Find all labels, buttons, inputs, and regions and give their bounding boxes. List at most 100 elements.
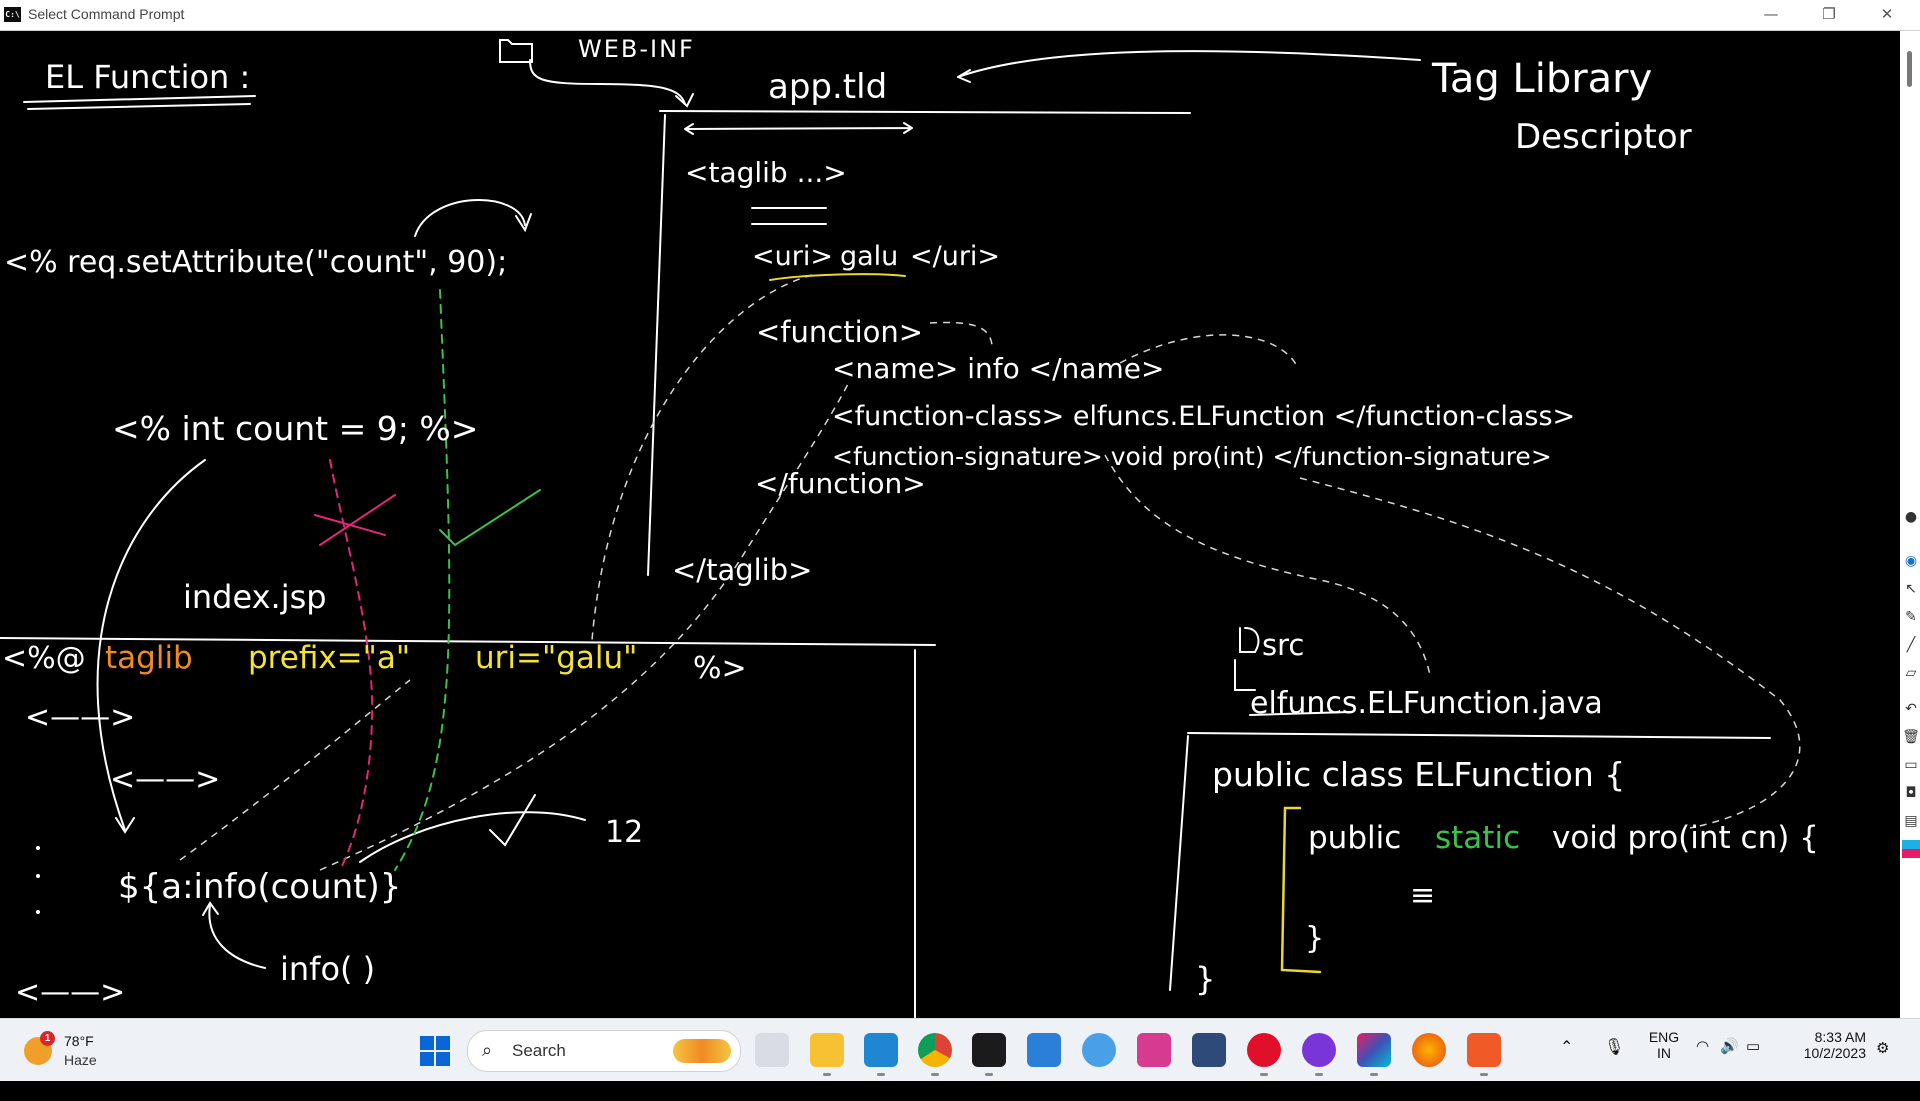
show-hidden-icons-chevron-icon[interactable]: ⌃: [1560, 1037, 1573, 1099]
notepad-icon[interactable]: [1027, 1033, 1061, 1067]
scrollbar-thumb[interactable]: [1907, 51, 1912, 87]
color-swatch-icon[interactable]: [1902, 840, 1920, 858]
clock-date: 10/2/2023: [1803, 1045, 1866, 1061]
tld-range-arrow: [684, 122, 913, 135]
close-button[interactable]: ✕: [1858, 0, 1916, 30]
volume-icon[interactable]: 🔊: [1720, 1037, 1739, 1099]
taglib-small-arrows: [751, 207, 827, 225]
uri-open-tag: <uri>: [752, 241, 833, 272]
wifi-icon[interactable]: ◠: [1696, 1037, 1709, 1099]
dot-3: [36, 910, 40, 914]
directive-end: %>: [693, 651, 747, 686]
directive-start: <%@: [2, 641, 86, 676]
microphone-icon[interactable]: 🎙: [1604, 1037, 1624, 1099]
method-close-brace: }: [1305, 921, 1324, 956]
screen-icon[interactable]: ▭: [1902, 756, 1920, 774]
notification-settings-icon[interactable]: ⚙: [1876, 1039, 1889, 1101]
heading-underline-2: [27, 103, 251, 110]
mysql-workbench-icon[interactable]: [1192, 1033, 1226, 1067]
search-icon: ⌕: [482, 1040, 493, 1061]
chrome-icon[interactable]: [918, 1033, 952, 1076]
firefox-icon[interactable]: [1412, 1033, 1446, 1067]
task-view-icon[interactable]: [755, 1033, 789, 1067]
eraser-icon[interactable]: ▱: [1902, 664, 1920, 682]
pencil-icon[interactable]: ✎: [1902, 608, 1920, 626]
maximize-button[interactable]: ❐: [1800, 0, 1858, 30]
weather-temperature: 78°F: [64, 1033, 94, 1049]
clipboard-icon[interactable]: ▤: [1902, 812, 1920, 830]
function-signature-line: <function-signature> void pro(int) </fun…: [832, 442, 1552, 471]
eye-icon[interactable]: ◉: [1902, 552, 1920, 570]
method-body-placeholder: ≡: [1410, 878, 1435, 913]
highlighter-icon[interactable]: ╱: [1902, 636, 1920, 654]
dot-1: [36, 846, 40, 850]
cursor-icon[interactable]: ↖: [1902, 580, 1920, 598]
index-jsp-label: index.jsp: [183, 578, 327, 616]
function-link-dashed: [929, 321, 993, 346]
java-class-declaration: public class ELFunction {: [1212, 755, 1625, 794]
file-explorer-icon[interactable]: [810, 1033, 844, 1076]
info-call-label: info( ): [280, 950, 375, 988]
taglib-open-tag: <taglib ...>: [685, 156, 847, 189]
method-signature-rest: void pro(int cn) {: [1552, 820, 1819, 856]
whiteboard-canvas[interactable]: EL Function : WEB-INF app.tld Tag Librar…: [0, 31, 1900, 1018]
whiteboard-drawing: EL Function : WEB-INF app.tld Tag Librar…: [0, 35, 1819, 1018]
placeholder-arrow-1: <——>: [25, 700, 135, 735]
weather-widget[interactable]: 1 78°F Haze: [24, 1031, 134, 1071]
result-check-mark: [489, 794, 536, 847]
uri-value-underline: [769, 273, 906, 281]
opera-icon[interactable]: [1247, 1033, 1281, 1076]
search-placeholder: Search: [512, 1041, 566, 1060]
heading-underline-1: [23, 95, 256, 103]
clock-time: 8:33 AM: [1814, 1029, 1866, 1045]
cross-mark-pink: [314, 494, 396, 546]
java-box-top: [1187, 732, 1771, 739]
window-title: Select Command Prompt: [28, 6, 185, 22]
tld-label-line1: Tag Library: [1431, 56, 1652, 102]
taglib-close-tag: </taglib>: [672, 553, 812, 587]
camera-icon[interactable]: ◘: [1902, 784, 1920, 802]
minimize-button[interactable]: —: [1742, 0, 1800, 30]
folder-icon-webinf: [499, 39, 533, 63]
src-folder-label: src: [1262, 628, 1304, 662]
cmd-app-icon: C:\: [4, 7, 21, 22]
webinf-label: WEB-INF: [578, 35, 695, 63]
language-indicator[interactable]: ENG IN: [1644, 1029, 1684, 1091]
incognito-app-icon[interactable]: [1302, 1033, 1336, 1076]
tld-label-arrow: [957, 50, 1421, 78]
directive-prefix: prefix="a": [248, 640, 410, 676]
placeholder-arrow-3: <——>: [15, 975, 125, 1010]
vscode-icon[interactable]: [864, 1033, 898, 1076]
el-expression: ${a:info(count)}: [118, 867, 401, 907]
language-code: ENG: [1648, 1029, 1680, 1045]
function-class-line: <function-class> elfuncs.ELFunction </fu…: [832, 401, 1575, 432]
clock[interactable]: 8:33 AM 10/2/2023: [1790, 1029, 1866, 1091]
webinf-to-tld-arrow: [529, 59, 686, 105]
directive-uri: uri="galu": [475, 640, 637, 676]
language-region: IN: [1657, 1045, 1671, 1061]
tld-underline: [659, 110, 1191, 114]
screen-recorder-icon[interactable]: [1467, 1033, 1501, 1076]
terminal-icon[interactable]: [972, 1033, 1006, 1076]
java-box-left: [1169, 735, 1189, 991]
placeholder-arrow-2: <——>: [110, 762, 220, 797]
java-file-label: elfuncs.ELFunction.java: [1250, 686, 1603, 721]
result-value: 12: [605, 815, 643, 850]
uri-value: galu: [840, 241, 898, 272]
scriptlet-code: <% int count = 9; %>: [112, 409, 478, 448]
class-close-brace: }: [1195, 960, 1215, 998]
trash-icon[interactable]: 🗑: [1902, 728, 1920, 746]
paint-icon[interactable]: [1082, 1033, 1116, 1067]
battery-icon[interactable]: ▭: [1746, 1037, 1760, 1099]
function-open-tag: <function>: [756, 315, 923, 349]
undo-icon[interactable]: ↶: [1902, 700, 1920, 718]
weather-condition: Haze: [64, 1052, 97, 1068]
start-button[interactable]: [420, 1036, 450, 1066]
function-close-tag: </function>: [755, 467, 926, 500]
pen-toolbar-icon[interactable]: ●: [1902, 508, 1920, 526]
function-name-line: <name> info </name>: [832, 352, 1164, 385]
taskbar-search-box[interactable]: ⌕ Search: [467, 1030, 741, 1072]
intellij-icon[interactable]: [1357, 1033, 1391, 1076]
pen-tool-icon[interactable]: [1137, 1033, 1171, 1067]
tld-filename: app.tld: [768, 67, 887, 107]
